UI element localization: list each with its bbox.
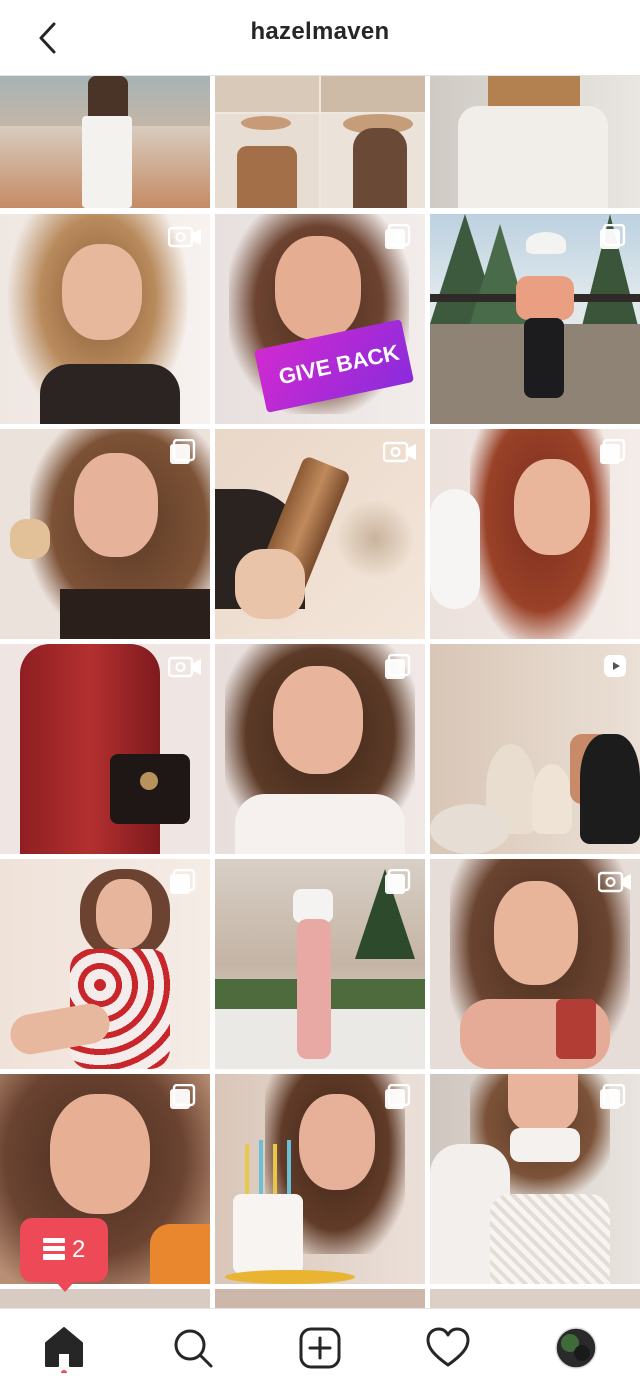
post-tile[interactable] [215,644,425,854]
post-tile[interactable]: GIVE BACK [215,214,425,424]
video-badge-icon [167,654,202,680]
post-tile[interactable] [0,76,210,208]
nav-search[interactable] [164,1323,220,1373]
search-icon [174,1329,213,1368]
carousel-badge-icon [168,438,202,465]
nav-activity[interactable] [420,1323,476,1373]
carousel-badge-icon [168,868,202,895]
post-tile[interactable] [430,859,640,1069]
home-icon [45,1327,83,1376]
carousel-badge-icon [383,653,417,680]
carousel-badge-icon [598,223,632,250]
post-tile[interactable] [0,429,210,639]
top-bar: hazelmaven [0,0,640,76]
post-tile[interactable] [430,1289,640,1308]
post-grid: GIVE BACK [0,76,640,1308]
add-post-icon [299,1327,341,1369]
post-tile[interactable] [430,76,640,208]
heart-icon [426,1327,470,1367]
notification-count: 2 [72,1236,86,1263]
post-tile[interactable] [215,429,425,639]
post-tile[interactable] [0,644,210,854]
nav-profile[interactable] [548,1323,604,1373]
page-title: hazelmaven [250,18,390,45]
post-tile[interactable] [430,644,640,854]
post-tile[interactable] [430,1074,640,1284]
carousel-badge-icon [383,223,417,250]
video-badge-icon [167,224,202,250]
bottom-navigation [0,1308,640,1387]
avatar-icon [555,1327,597,1369]
nav-home[interactable] [36,1323,92,1376]
carousel-badge-icon [168,1083,202,1110]
post-tile[interactable] [0,214,210,424]
post-tile[interactable] [215,76,425,208]
video-badge-icon [382,439,417,465]
activity-list-icon [42,1236,66,1262]
carousel-badge-icon [598,1083,632,1110]
carousel-badge-icon [598,438,632,465]
post-tile[interactable] [0,1289,210,1308]
post-tile[interactable] [430,214,640,424]
nav-create[interactable] [292,1323,348,1373]
carousel-badge-icon [383,868,417,895]
post-tile[interactable] [215,1074,425,1284]
activity-notification-bubble[interactable]: 2 [20,1218,108,1292]
post-tile[interactable] [430,429,640,639]
post-tile[interactable] [0,859,210,1069]
post-tile[interactable] [215,1289,425,1308]
carousel-badge-icon [383,1083,417,1110]
reel-badge-icon [598,654,632,680]
post-tile[interactable] [215,859,425,1069]
video-badge-icon [597,869,632,895]
